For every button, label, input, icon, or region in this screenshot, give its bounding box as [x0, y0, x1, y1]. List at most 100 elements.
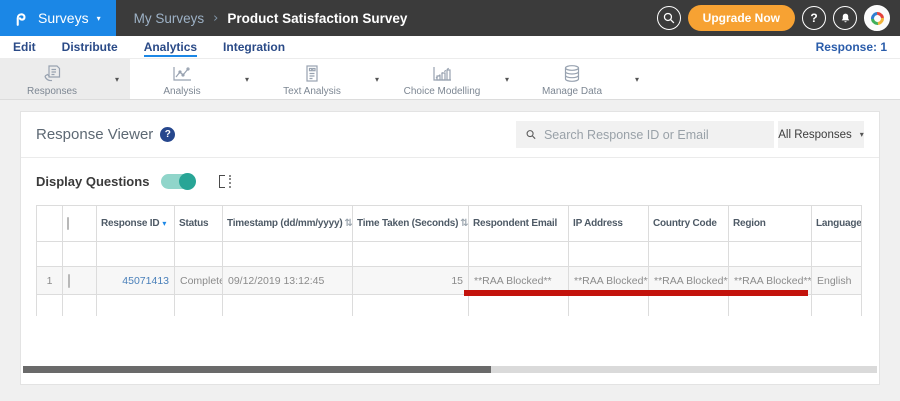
chevron-down-icon: ▾: [96, 13, 101, 23]
analysis-icon: [173, 66, 191, 81]
search-icon: [526, 130, 536, 140]
nav-integration[interactable]: Integration: [223, 37, 285, 57]
select-all-checkbox[interactable]: [67, 217, 69, 230]
analytics-toolbar: Responses ▾ Analysis ▾ Text Analysis ▾ C…: [0, 59, 900, 100]
response-counter: Response: 1: [815, 40, 887, 54]
upgrade-now-button[interactable]: Upgrade Now: [687, 5, 795, 31]
page-background: Response Viewer ? All Responses ▾ Displa…: [0, 100, 900, 400]
chevron-down-icon[interactable]: ▾: [234, 75, 260, 84]
filter-cell-timestamp[interactable]: [222, 241, 353, 267]
breadcrumb-separator-icon: ›: [213, 10, 219, 26]
toolbar-text-analysis-button[interactable]: Text Analysis: [260, 62, 364, 97]
help-badge-icon[interactable]: ?: [160, 127, 176, 142]
nav-analytics[interactable]: Analytics: [143, 37, 198, 57]
freeze-columns-icon[interactable]: [219, 175, 232, 189]
toolbar-item-manage-data: Manage Data ▾: [520, 59, 650, 99]
toolbar-responses-button[interactable]: Responses: [0, 62, 104, 97]
cell-time-taken: 15: [352, 266, 469, 295]
scrollbar-thumb[interactable]: [23, 366, 491, 373]
display-questions-row: Display Questions: [21, 158, 879, 205]
filter-cell-response-id[interactable]: [96, 241, 175, 267]
help-button[interactable]: ?: [802, 6, 826, 30]
survey-nav: Edit Distribute Analytics Integration Re…: [0, 36, 900, 59]
chevron-down-icon[interactable]: ▾: [624, 75, 650, 84]
sort-both-icon: ⇅: [344, 218, 353, 229]
breadcrumb-my-surveys[interactable]: My Surveys: [134, 11, 205, 26]
avatar[interactable]: [864, 5, 890, 31]
sort-both-icon: ⇅: [460, 218, 469, 229]
horizontal-scrollbar[interactable]: [23, 366, 877, 373]
responses-filter-dropdown[interactable]: All Responses ▾: [778, 121, 864, 148]
toolbar-manage-data-button[interactable]: Manage Data: [520, 62, 624, 97]
dropdown-selected-value: All Responses: [778, 128, 852, 141]
header-country-code[interactable]: Country Code: [648, 205, 729, 242]
row-number: 1: [36, 266, 63, 295]
text-analysis-icon: [306, 64, 318, 82]
toolbar-label: Text Analysis: [283, 85, 341, 97]
toolbar-item-text-analysis: Text Analysis ▾: [260, 59, 390, 99]
header-response-id[interactable]: Response ID ▾: [96, 205, 175, 242]
card-header: Response Viewer ? All Responses ▾: [21, 112, 879, 157]
question-mark-icon: ?: [810, 11, 818, 25]
breadcrumb: My Surveys › Product Satisfaction Survey: [134, 0, 408, 36]
notifications-button[interactable]: [833, 6, 857, 30]
responses-icon: [44, 64, 61, 81]
toolbar-analysis-button[interactable]: Analysis: [130, 62, 234, 97]
page-title: Response Viewer: [36, 126, 154, 143]
toolbar-item-choice-modelling: Choice Modelling ▾: [390, 59, 520, 99]
header-status[interactable]: Status: [174, 205, 223, 242]
nav-edit[interactable]: Edit: [13, 37, 36, 57]
toolbar-choice-modelling-button[interactable]: Choice Modelling: [390, 62, 494, 97]
cell-timestamp: 09/12/2019 13:12:45: [222, 266, 353, 295]
header-region[interactable]: Region: [728, 205, 812, 242]
header-time-taken[interactable]: Time Taken (Seconds) ⇅: [352, 205, 469, 242]
toolbar-label: Choice Modelling: [403, 85, 481, 97]
filter-cell-language[interactable]: [811, 241, 862, 267]
filter-cell-respondent-email[interactable]: [468, 241, 569, 267]
cell-language: English: [811, 266, 862, 295]
filter-cell-ip-address[interactable]: [568, 241, 649, 267]
filter-cell-status[interactable]: [174, 241, 223, 267]
empty-row: [36, 294, 862, 316]
topbar-actions: Upgrade Now ?: [656, 0, 900, 36]
search-icon: [663, 12, 675, 24]
filter-cell: [36, 241, 63, 267]
nav-distribute[interactable]: Distribute: [62, 37, 118, 57]
header-ip-address[interactable]: IP Address: [568, 205, 649, 242]
product-switcher[interactable]: Surveys ▾: [0, 0, 116, 36]
filter-cell-time-taken[interactable]: [352, 241, 469, 267]
header-timestamp[interactable]: Timestamp (dd/mm/yyyy) ⇅: [222, 205, 353, 242]
cell-response-id[interactable]: 45071413: [96, 266, 175, 295]
header-respondent-email[interactable]: Respondent Email: [468, 205, 569, 242]
product-name: Surveys: [38, 10, 89, 26]
response-search: [516, 121, 774, 148]
choice-modelling-icon: [433, 66, 451, 81]
display-questions-toggle[interactable]: [161, 173, 197, 190]
table-header-row: Response ID ▾ Status Timestamp (dd/mm/yyy…: [36, 205, 862, 242]
topbar: Surveys ▾ My Surveys › Product Satisfact…: [0, 0, 900, 36]
toolbar-label: Manage Data: [541, 85, 603, 97]
row-checkbox-cell: [62, 266, 97, 295]
filter-cell: [62, 241, 97, 267]
chevron-down-icon[interactable]: ▾: [104, 75, 130, 84]
toggle-knob: [179, 173, 197, 190]
toolbar-label: Analysis: [163, 85, 201, 97]
chevron-down-icon[interactable]: ▾: [494, 75, 520, 84]
header-checkbox-cell: [62, 205, 97, 242]
responses-table: Response ID ▾ Status Timestamp (dd/mm/yyy…: [36, 205, 862, 316]
response-viewer-card: Response Viewer ? All Responses ▾ Displa…: [20, 111, 880, 385]
filter-cell-country-code[interactable]: [648, 241, 729, 267]
cell-status: Completed: [174, 266, 223, 295]
chevron-down-icon: ▾: [859, 130, 864, 139]
row-checkbox[interactable]: [68, 273, 70, 288]
header-language[interactable]: Language: [811, 205, 862, 242]
bell-icon: [841, 13, 849, 22]
toolbar-label: Responses: [26, 85, 78, 97]
avatar-logo-icon: [867, 8, 887, 28]
search-button[interactable]: [656, 6, 681, 30]
filter-cell-region[interactable]: [728, 241, 812, 267]
chevron-down-icon[interactable]: ▾: [364, 75, 390, 84]
toolbar-item-analysis: Analysis ▾: [130, 59, 260, 99]
search-input[interactable]: [543, 127, 765, 142]
toolbar-item-responses: Responses ▾: [0, 59, 130, 99]
